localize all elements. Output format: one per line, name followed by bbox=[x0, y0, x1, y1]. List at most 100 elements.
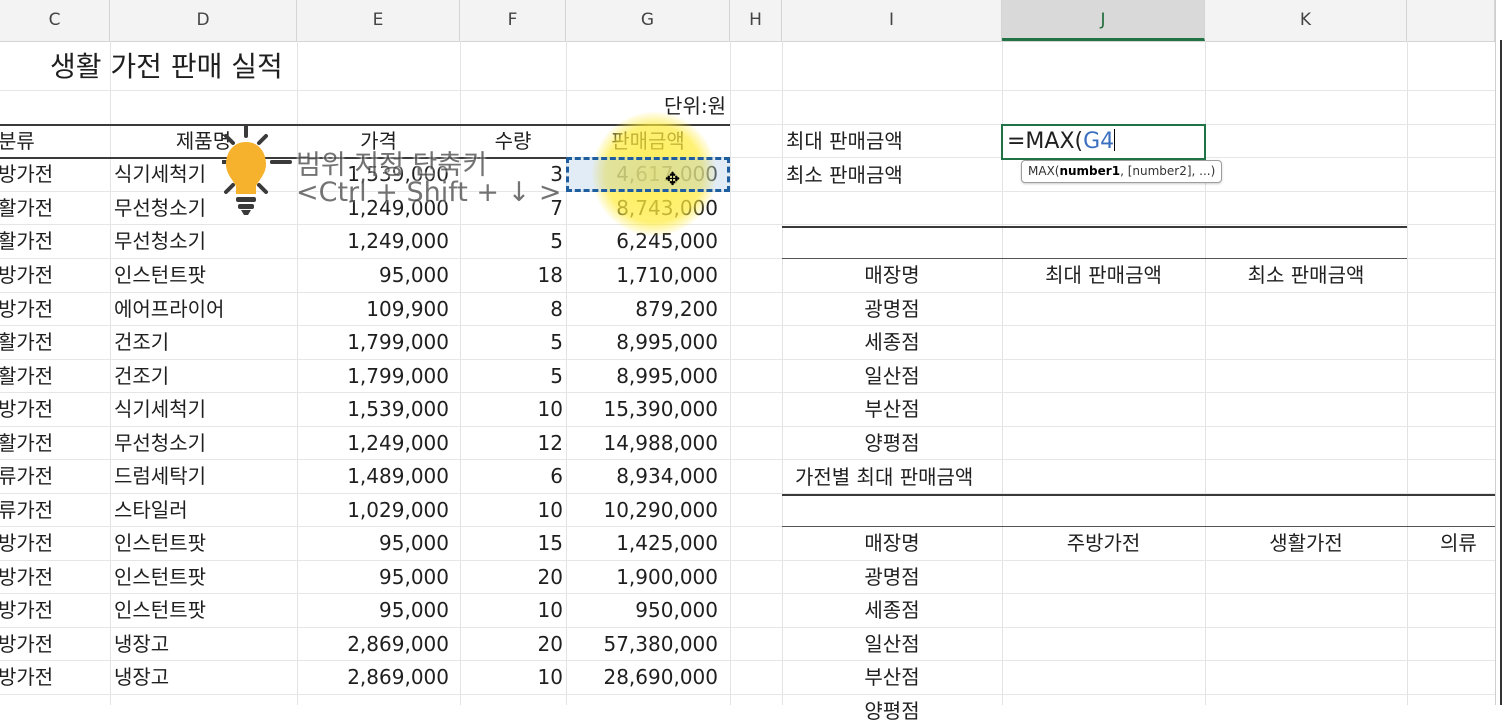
category-cell[interactable]: 방가전 bbox=[0, 561, 53, 594]
amount-cell[interactable]: 879,200 bbox=[566, 293, 718, 326]
category-cell[interactable]: 방가전 bbox=[0, 594, 53, 627]
category-cell[interactable]: 방가전 bbox=[0, 259, 53, 292]
category-cell[interactable]: 방가전 bbox=[0, 158, 53, 191]
category-cell[interactable]: 류가전 bbox=[0, 494, 53, 527]
category-cell[interactable]: 방가전 bbox=[0, 628, 53, 661]
product-cell[interactable]: 인스턴트팟 bbox=[114, 259, 206, 292]
amount-cell[interactable]: 14,988,000 bbox=[566, 427, 718, 460]
amount-cell[interactable]: 57,380,000 bbox=[566, 628, 718, 661]
store-name-cell[interactable]: 광명점 bbox=[782, 561, 1002, 594]
column-header-J[interactable]: J bbox=[1002, 0, 1205, 41]
store-name-cell[interactable]: 부산점 bbox=[782, 661, 1002, 694]
amount-cell[interactable]: 10,290,000 bbox=[566, 494, 718, 527]
function-tooltip[interactable]: MAX(number1, [number2], ...) bbox=[1021, 160, 1223, 183]
price-cell[interactable]: 2,869,000 bbox=[297, 661, 449, 694]
product-cell[interactable]: 인스턴트팟 bbox=[114, 594, 206, 627]
price-cell[interactable]: 1,249,000 bbox=[297, 225, 449, 258]
store-name-cell[interactable]: 세종점 bbox=[782, 326, 1002, 359]
max-amount-label[interactable]: 최대 판매금액 bbox=[786, 125, 903, 158]
store-name-cell[interactable]: 일산점 bbox=[782, 360, 1002, 393]
amount-cell[interactable]: 15,390,000 bbox=[566, 393, 718, 426]
column-header-L[interactable] bbox=[1407, 0, 1495, 41]
column-header-E[interactable]: E bbox=[297, 0, 460, 41]
store-name-cell[interactable]: 광명점 bbox=[782, 293, 1002, 326]
store-table-header[interactable]: 매장명 bbox=[782, 259, 1002, 292]
category-cell[interactable]: 활가전 bbox=[0, 192, 53, 225]
amount-cell[interactable]: 1,425,000 bbox=[566, 527, 718, 560]
type-table-header[interactable]: 주방가전 bbox=[1002, 527, 1205, 560]
qty-cell[interactable]: 10 bbox=[460, 661, 563, 694]
category-cell[interactable]: 활가전 bbox=[0, 225, 53, 258]
store-name-cell[interactable]: 양평점 bbox=[782, 695, 1002, 728]
column-header-I[interactable]: I bbox=[782, 0, 1002, 41]
qty-cell[interactable]: 5 bbox=[460, 326, 563, 359]
amount-cell[interactable]: 8,995,000 bbox=[566, 326, 718, 359]
category-cell[interactable]: 방가전 bbox=[0, 661, 53, 694]
product-cell[interactable]: 건조기 bbox=[114, 326, 169, 359]
type-table-title[interactable]: 가전별 최대 판매금액 bbox=[795, 461, 973, 494]
store-table-header[interactable]: 최대 판매금액 bbox=[1002, 259, 1205, 292]
price-cell[interactable]: 2,869,000 bbox=[297, 628, 449, 661]
column-header-D[interactable]: D bbox=[110, 0, 297, 41]
amount-cell[interactable]: 8,934,000 bbox=[566, 460, 718, 493]
amount-cell[interactable]: 1,710,000 bbox=[566, 259, 718, 292]
category-cell[interactable]: 활가전 bbox=[0, 326, 53, 359]
price-cell[interactable]: 95,000 bbox=[297, 594, 449, 627]
sheet-title[interactable]: 생활 가전 판매 실적 bbox=[50, 47, 283, 87]
qty-cell[interactable]: 10 bbox=[460, 494, 563, 527]
store-name-cell[interactable]: 일산점 bbox=[782, 628, 1002, 661]
price-cell[interactable]: 1,249,000 bbox=[297, 427, 449, 460]
product-cell[interactable]: 인스턴트팟 bbox=[114, 527, 206, 560]
store-name-cell[interactable]: 세종점 bbox=[782, 594, 1002, 627]
price-cell[interactable]: 1,799,000 bbox=[297, 326, 449, 359]
category-cell[interactable]: 방가전 bbox=[0, 393, 53, 426]
formula-edit-cell[interactable]: =MAX(G4 bbox=[1001, 124, 1206, 160]
price-cell[interactable]: 1,029,000 bbox=[297, 494, 449, 527]
column-header-K[interactable]: K bbox=[1205, 0, 1407, 41]
product-cell[interactable]: 인스턴트팟 bbox=[114, 561, 206, 594]
product-cell[interactable]: 건조기 bbox=[114, 360, 169, 393]
store-name-cell[interactable]: 양평점 bbox=[782, 427, 1002, 460]
column-header-H[interactable]: H bbox=[730, 0, 782, 41]
type-table-header[interactable]: 생활가전 bbox=[1205, 527, 1407, 560]
price-cell[interactable]: 95,000 bbox=[297, 561, 449, 594]
price-cell[interactable]: 95,000 bbox=[297, 259, 449, 292]
price-cell[interactable]: 1,539,000 bbox=[297, 393, 449, 426]
product-cell[interactable]: 무선청소기 bbox=[114, 427, 206, 460]
type-table-header[interactable]: 의류 bbox=[1440, 527, 1477, 560]
qty-cell[interactable]: 12 bbox=[460, 427, 563, 460]
column-header-G[interactable]: G bbox=[566, 0, 730, 41]
qty-cell[interactable]: 15 bbox=[460, 527, 563, 560]
amount-cell[interactable]: 8,995,000 bbox=[566, 360, 718, 393]
qty-cell[interactable]: 18 bbox=[460, 259, 563, 292]
selected-cell-G4[interactable] bbox=[566, 157, 730, 192]
product-cell[interactable]: 드럼세탁기 bbox=[114, 460, 206, 493]
table-header-cell[interactable]: 분류 bbox=[0, 125, 108, 158]
qty-cell[interactable]: 10 bbox=[460, 393, 563, 426]
price-cell[interactable]: 95,000 bbox=[297, 527, 449, 560]
qty-cell[interactable]: 20 bbox=[460, 561, 563, 594]
qty-cell[interactable]: 6 bbox=[460, 460, 563, 493]
qty-cell[interactable]: 10 bbox=[460, 594, 563, 627]
product-cell[interactable]: 무선청소기 bbox=[114, 225, 206, 258]
product-cell[interactable]: 식기세척기 bbox=[114, 158, 206, 191]
store-name-cell[interactable]: 부산점 bbox=[782, 393, 1002, 426]
qty-cell[interactable]: 8 bbox=[460, 293, 563, 326]
price-cell[interactable]: 1,489,000 bbox=[297, 460, 449, 493]
product-cell[interactable]: 에어프라이어 bbox=[114, 293, 224, 326]
price-cell[interactable]: 109,900 bbox=[297, 293, 449, 326]
amount-cell[interactable]: 1,900,000 bbox=[566, 561, 718, 594]
product-cell[interactable]: 스타일러 bbox=[114, 494, 188, 527]
category-cell[interactable]: 활가전 bbox=[0, 360, 53, 393]
category-cell[interactable]: 방가전 bbox=[0, 527, 53, 560]
product-cell[interactable]: 냉장고 bbox=[114, 628, 169, 661]
price-cell[interactable]: 1,799,000 bbox=[297, 360, 449, 393]
amount-cell[interactable]: 28,690,000 bbox=[566, 661, 718, 694]
qty-cell[interactable]: 20 bbox=[460, 628, 563, 661]
column-header-C[interactable]: C bbox=[0, 0, 110, 41]
category-cell[interactable]: 방가전 bbox=[0, 293, 53, 326]
qty-cell[interactable]: 5 bbox=[460, 225, 563, 258]
amount-cell[interactable]: 950,000 bbox=[566, 594, 718, 627]
product-cell[interactable]: 식기세척기 bbox=[114, 393, 206, 426]
product-cell[interactable]: 냉장고 bbox=[114, 661, 169, 694]
